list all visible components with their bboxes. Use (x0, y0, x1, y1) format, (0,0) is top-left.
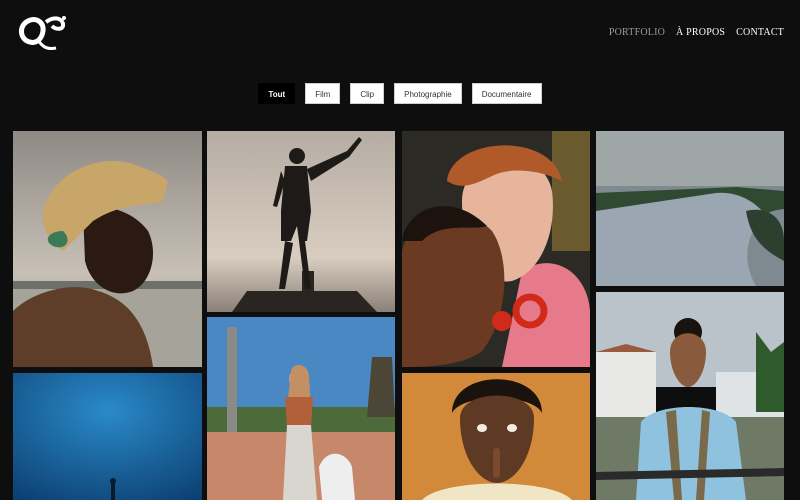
category-filters: Tout Film Clip Photographie Documentaire (0, 83, 800, 104)
gallery-item-underwater-diver[interactable] (13, 373, 202, 500)
filter-film[interactable]: Film (305, 83, 341, 104)
nav-contact[interactable]: CONTACT (736, 27, 784, 38)
filter-photographie[interactable]: Photographie (394, 83, 462, 104)
site-logo[interactable] (16, 12, 68, 56)
gallery-item-young-man-bicycle[interactable] (596, 292, 784, 500)
gallery-item-portrait-safari-hat[interactable] (13, 131, 202, 367)
filter-documentaire[interactable]: Documentaire (471, 83, 542, 104)
gallery-item-silhouette-pointing[interactable] (207, 131, 395, 312)
filter-tout[interactable]: Tout (258, 83, 296, 104)
nav-portfolio[interactable]: PORTFOLIO (609, 27, 665, 38)
filter-clip[interactable]: Clip (350, 83, 385, 104)
gallery-item-shh-portrait[interactable] (402, 373, 590, 500)
gallery-item-woman-with-dog[interactable] (207, 317, 395, 500)
gallery-item-couple-embrace[interactable] (402, 131, 590, 367)
main-nav: PORTFOLIO À PROPOS CONTACT (609, 27, 784, 38)
nav-a-propos[interactable]: À PROPOS (676, 27, 725, 38)
gallery-item-aerial-river[interactable] (596, 131, 784, 286)
